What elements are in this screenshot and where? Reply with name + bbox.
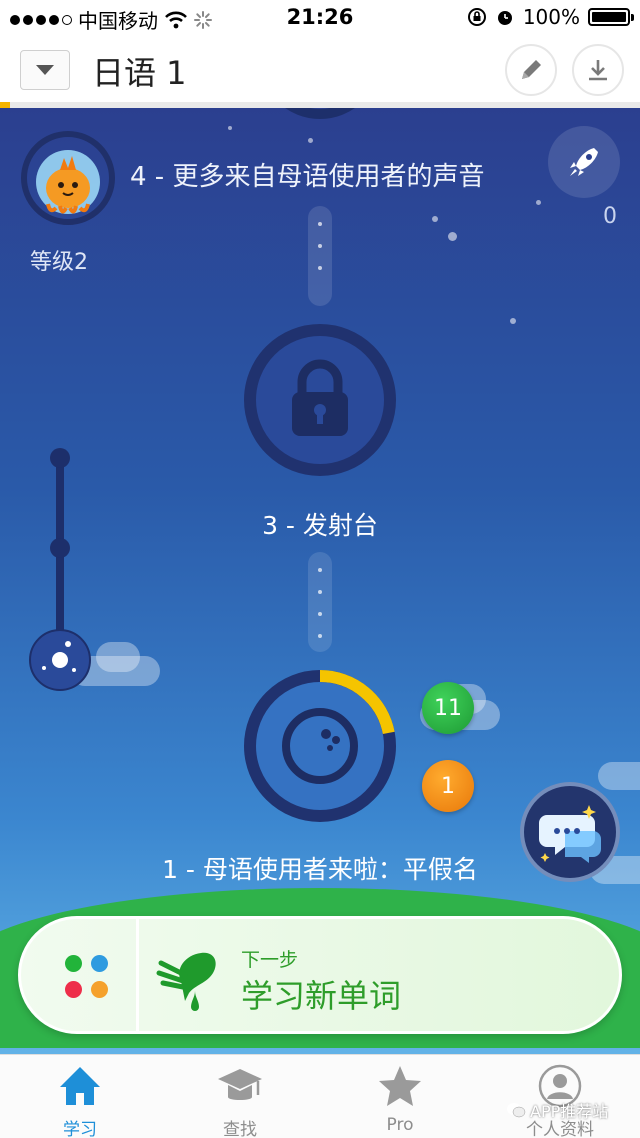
status-bar: 中国移动 21:26 100% [0,0,640,36]
mode-dot-orange [91,981,108,998]
tab-profile[interactable]: 个人资料 [480,1055,640,1138]
alarm-icon [497,11,512,25]
watering-plant-icon [156,952,216,1011]
next-step-subtitle: 下一步 [241,949,299,971]
learning-modes-button[interactable] [65,955,109,999]
watermark-text: APP推荐站 [530,1102,609,1121]
rocket-count: 0 [603,204,617,229]
chat-bubble-icon [539,805,601,863]
tab-explore-label: 查找 [223,1120,257,1138]
star-decoration [432,216,438,222]
previous-node-edge [285,108,355,119]
current-level-node[interactable] [242,668,398,824]
star-decoration [510,318,516,324]
chevron-down-icon [36,65,54,75]
download-button[interactable] [572,44,624,96]
next-step-card[interactable]: 下一步 学习新单词 [18,916,622,1034]
course-header: 日语 1 [0,36,640,102]
status-right: 100% [467,5,634,29]
pencil-icon [522,60,541,79]
avatar[interactable] [20,130,116,226]
user-level-label: 等级2 [30,250,88,275]
star-decoration [228,126,232,130]
rocket-icon [570,148,598,176]
mode-dot-green [65,955,82,972]
course-title: 日语 1 [92,54,187,92]
tab-explore[interactable]: 查找 [160,1055,320,1138]
edit-button[interactable] [505,44,557,96]
battery-percent: 100% [522,5,580,29]
tab-learn[interactable]: 学习 [0,1055,160,1138]
graduation-cap-icon [218,1069,262,1100]
map-scroll-slider[interactable] [28,438,92,698]
watermark: APP推荐站 [506,1098,608,1122]
rocket-button[interactable] [548,126,620,198]
tab-bar: 学习 查找 Pro 个人资料 [0,1054,640,1138]
course-dropdown-button[interactable] [20,50,70,90]
locked-level-title: 3 - 发射台 [262,511,378,540]
battery-icon [588,8,634,26]
next-level-title: 4 - 更多来自母语使用者的声音 [130,162,485,192]
tab-pro[interactable]: Pro [320,1055,480,1138]
mode-dot-red [65,981,82,998]
difficult-words-badge[interactable]: 1 [422,760,474,812]
card-divider [136,919,139,1031]
wechat-icon [507,1103,526,1118]
next-step-title: 学习新单词 [241,977,402,1015]
cloud-decoration [96,642,140,672]
locked-level-node[interactable] [242,322,398,478]
star-decoration [448,232,457,241]
home-icon [60,1067,100,1105]
tab-learn-label: 学习 [63,1120,97,1138]
chat-bot-button[interactable] [520,782,620,882]
path-track [308,206,332,306]
review-count-badge[interactable]: 11 [422,682,474,734]
level-map[interactable]: 等级2 4 - 更多来自母语使用者的声音 0 3 - 发射台 11 1 1 - … [0,108,640,1054]
star-decoration [308,138,313,143]
star-decoration [536,200,541,205]
cloud-decoration [598,762,640,790]
tab-pro-label: Pro [386,1115,414,1135]
download-icon [589,60,607,81]
mode-dot-blue [91,955,108,972]
star-icon [379,1066,421,1106]
path-track [308,552,332,652]
orientation-lock-icon [467,8,486,26]
